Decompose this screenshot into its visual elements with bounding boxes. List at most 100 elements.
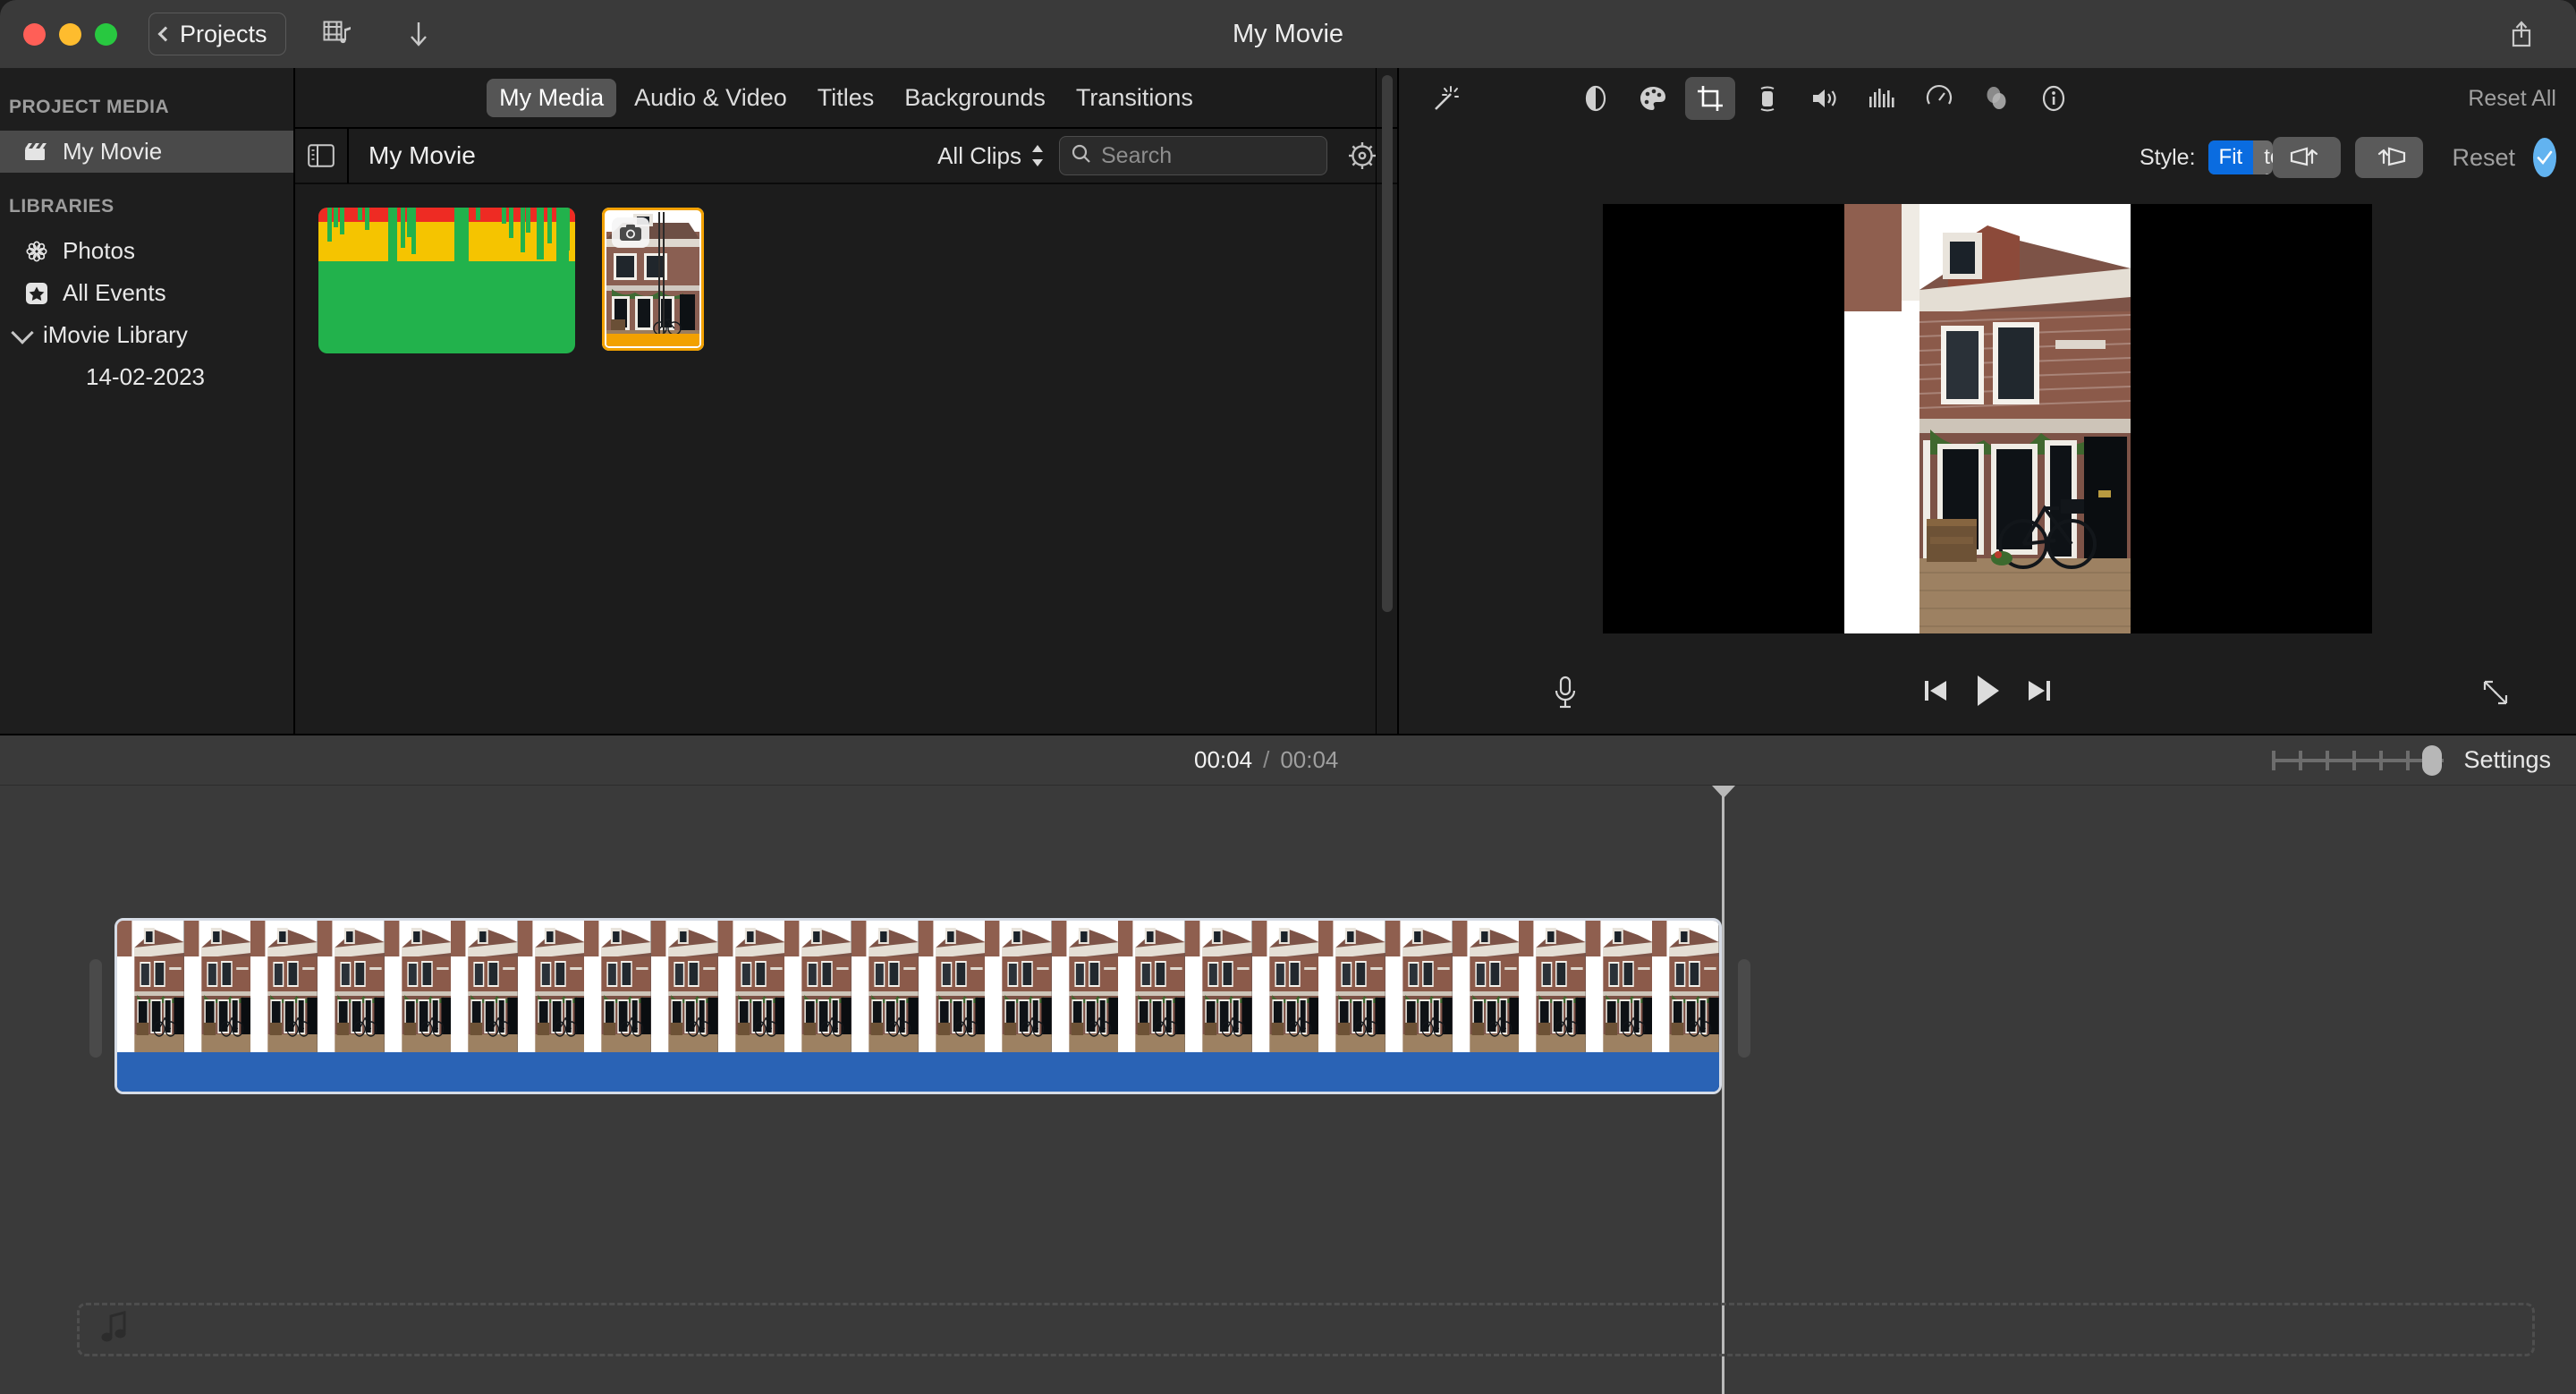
sidebar-toggle-icon[interactable] [295,128,349,183]
crop-icon[interactable] [1685,77,1735,120]
timeline-settings-button[interactable]: Settings [2463,746,2551,774]
sidebar-section-libraries: LIBRARIES [9,196,114,217]
photo-clip[interactable] [602,208,704,351]
total-timecode: 00:04 [1280,746,1339,773]
browser-scrollbar[interactable] [1376,68,1397,734]
rotate-counterclockwise-icon[interactable] [2273,137,2342,178]
filmstrip-frame [183,921,251,1052]
window-title: My Movie [1232,19,1344,48]
inspector-tool-icons [1571,77,2079,120]
sidebar-item-event-14-02-2023[interactable]: 14-02-2023 [0,356,293,398]
style-option-crop-to-fill[interactable]: Crop to Fill [2253,140,2273,174]
tab-audio-and-video[interactable]: Audio & Video [622,79,800,117]
browser-tabs: My Media Audio & Video Titles Background… [295,68,1397,129]
zoom-button[interactable] [95,22,117,46]
upper-region: PROJECT MEDIA My Movie LIBRARIES Photos … [0,68,2576,734]
filmstrip-frame [1385,921,1453,1052]
list-item[interactable] [602,208,704,351]
sidebar-item-all-events[interactable]: All Events [0,272,293,314]
timeline-zoom-slider[interactable] [2272,744,2445,776]
viewer-stage [1399,186,2576,651]
filmstrip-frame [1519,921,1586,1052]
traffic-lights [23,22,117,46]
timecode-separator: / [1263,746,1270,773]
clip-trim-handle-right[interactable] [1738,959,1750,1058]
checkmark-icon[interactable] [2533,138,2556,177]
transport-controls [1399,672,2576,714]
sidebar-item-photos[interactable]: Photos [0,230,293,272]
table-row[interactable] [114,918,1722,1094]
filmstrip-frame [317,921,385,1052]
sidebar-item-label: Photos [63,237,135,264]
browser-clip-grid [295,184,1397,734]
playhead-handle[interactable] [1711,786,1735,798]
browser-header-controls: All Clips Search [937,135,1383,176]
browser-title: My Movie [369,141,476,169]
sidebar-item-label: All Events [63,279,166,306]
scrollbar-thumb[interactable] [1382,75,1393,612]
play-icon[interactable] [1972,672,2003,714]
filmstrip-frame [985,921,1052,1052]
tab-transitions[interactable]: Transitions [1063,79,1206,117]
video-canvas[interactable] [1603,204,2372,633]
title-bar: Projects My Movie [0,0,2576,68]
tab-backgrounds[interactable]: Backgrounds [892,79,1058,117]
viewer-controls [1399,651,2576,734]
reset-all-button[interactable]: Reset All [2468,86,2556,112]
search-placeholder: Search [1101,142,1173,168]
zoom-track [2272,758,2445,762]
skip-to-start-icon[interactable] [1922,676,1949,710]
current-timecode: 00:04 [1194,746,1253,773]
magic-wand-icon[interactable] [1420,73,1470,123]
share-icon[interactable] [2499,12,2544,56]
back-to-projects-button[interactable]: Projects [148,13,286,55]
color-balance-icon[interactable] [1571,77,1621,120]
viewer-pane: Reset All Style: Fit Crop to Fill Ken Bu… [1397,68,2576,734]
disclosure-triangle-icon[interactable] [11,320,34,344]
fullscreen-arrows-icon[interactable] [2472,669,2519,716]
style-option-fit[interactable]: Fit [2207,140,2254,174]
noise-reduction-icon[interactable] [1857,77,1907,120]
timeline-toolbar: 00:04 / 00:04 Settings [0,734,2576,786]
tab-titles[interactable]: Titles [805,79,887,117]
speed-icon[interactable] [1914,77,1964,120]
sidebar-item-my-movie[interactable]: My Movie [0,131,293,173]
filmstrip-frame [584,921,651,1052]
download-arrow-icon[interactable] [395,11,442,57]
list-item[interactable] [318,208,575,353]
filmstrip-frame [651,921,718,1052]
all-clips-filter[interactable]: All Clips [937,142,1045,170]
search-input[interactable]: Search [1059,136,1327,175]
clip-trim-handle-left[interactable] [89,959,102,1058]
filmstrip-frame [1452,921,1520,1052]
filmstrip-frame [1251,921,1319,1052]
audio-waveform-clip[interactable] [318,208,575,353]
rotate-clockwise-icon[interactable] [2355,137,2424,178]
volume-icon[interactable] [1800,77,1850,120]
stabilization-icon[interactable] [1742,77,1792,120]
filmstrip-frame [1652,921,1719,1052]
film-music-icon[interactable] [315,11,361,57]
color-correction-icon[interactable] [1628,77,1678,120]
info-icon[interactable] [2029,77,2079,120]
star-square-icon [23,282,50,305]
clip-audio-band [117,1052,1719,1092]
photos-flower-icon [23,240,50,263]
media-browser: My Media Audio & Video Titles Background… [295,68,1397,734]
tab-my-media[interactable]: My Media [487,78,617,117]
filmstrip-frame [250,921,318,1052]
close-button[interactable] [23,22,46,46]
timeline[interactable] [0,786,2576,1394]
filmstrip-frame [918,921,986,1052]
timeline-toolbar-right: Settings [2272,744,2576,776]
sidebar-item-imovie-library[interactable]: iMovie Library [0,314,293,356]
camera-icon [612,217,649,248]
music-drop-zone[interactable] [77,1303,2535,1356]
filmstrip-frame [717,921,785,1052]
clip-filmstrip [117,921,1719,1052]
zoom-slider-thumb[interactable] [2422,744,2443,776]
minimize-button[interactable] [59,22,81,46]
reset-button[interactable]: Reset [2452,144,2515,172]
clip-filter-icon[interactable] [1971,77,2021,120]
skip-to-end-icon[interactable] [2026,676,2053,710]
